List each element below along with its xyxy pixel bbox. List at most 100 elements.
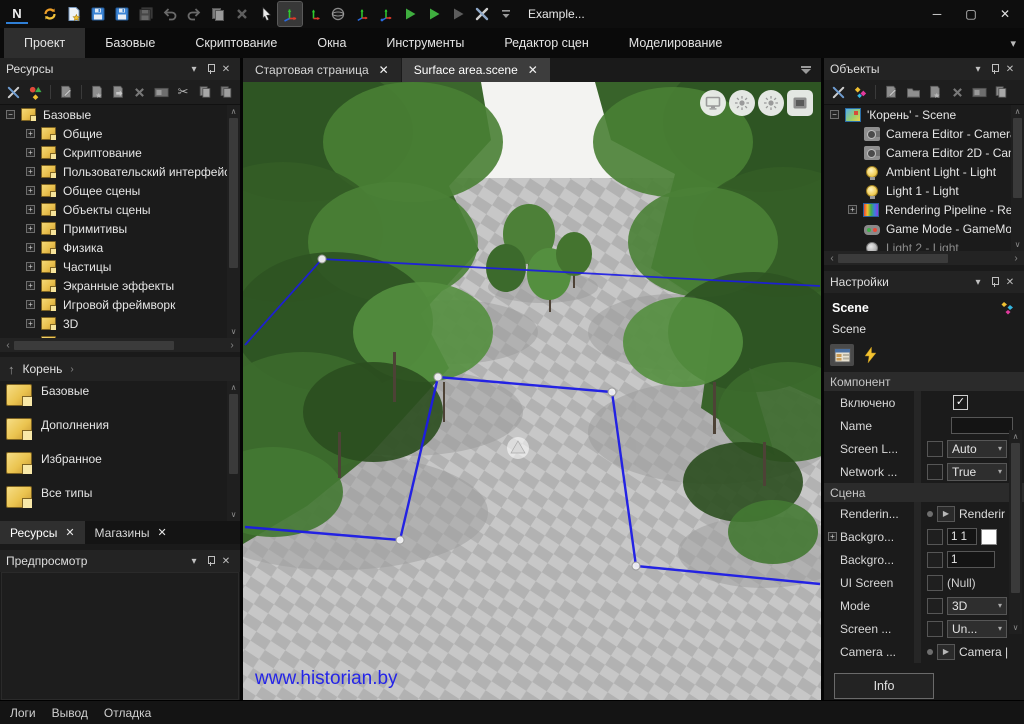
flags-box[interactable] xyxy=(927,529,943,545)
list-item[interactable]: Все типы xyxy=(0,483,240,517)
status-tab-logs[interactable]: Логи xyxy=(10,706,36,720)
select-tool-button[interactable] xyxy=(254,2,278,26)
import-item-icon[interactable] xyxy=(108,82,128,102)
collapse-icon[interactable]: − xyxy=(830,110,839,119)
delete-item-icon[interactable] xyxy=(947,82,967,102)
preview-dropdown-icon[interactable]: ▾ xyxy=(186,553,202,569)
ui-screen-value[interactable]: (Null) xyxy=(947,576,976,590)
tree-item[interactable]: − Базовые xyxy=(0,105,240,124)
section-scene[interactable]: Сцена xyxy=(824,483,1024,502)
scroll-right-icon[interactable]: › xyxy=(1010,253,1022,264)
flags-box[interactable] xyxy=(927,552,943,568)
vertex-handle[interactable] xyxy=(632,562,640,570)
settings-close-icon[interactable]: ✕ xyxy=(1002,274,1018,290)
tab-magaziny[interactable]: Магазины✕ xyxy=(85,521,177,544)
tree-item[interactable]: Camera Editor 2D - Cam xyxy=(824,143,1024,162)
up-arrow-icon[interactable]: ↑ xyxy=(8,362,15,377)
minimize-button[interactable]: ─ xyxy=(920,1,954,27)
scroll-down-icon[interactable]: ∨ xyxy=(1013,621,1019,634)
toolbar-overflow-button[interactable] xyxy=(494,2,518,26)
undo-button-disabled[interactable] xyxy=(158,2,182,26)
flags-box[interactable] xyxy=(927,598,943,614)
object-gizmo[interactable] xyxy=(507,437,529,459)
move-tool-button[interactable] xyxy=(278,2,302,26)
breadcrumb-root[interactable]: Корень xyxy=(23,362,63,376)
delete-button-disabled[interactable] xyxy=(230,2,254,26)
lighting-button[interactable] xyxy=(729,90,755,116)
expand-icon[interactable]: + xyxy=(26,224,35,233)
tab-events[interactable] xyxy=(858,344,882,366)
settings-pin-icon[interactable] xyxy=(986,274,1002,290)
network-dropdown[interactable]: True▾ xyxy=(947,463,1007,481)
close-icon[interactable]: ✕ xyxy=(528,63,538,77)
transform-world-button[interactable] xyxy=(374,2,398,26)
screenshot-button[interactable] xyxy=(787,90,813,116)
redo-button-disabled[interactable] xyxy=(182,2,206,26)
rotate-tool-button[interactable] xyxy=(302,2,326,26)
close-icon[interactable]: ✕ xyxy=(65,526,74,539)
edit-document-icon[interactable] xyxy=(56,82,76,102)
tree-item-scene-root[interactable]: − 'Корень' - Scene xyxy=(824,105,1024,124)
scroll-right-icon[interactable]: › xyxy=(226,340,238,351)
flags-box[interactable] xyxy=(927,575,943,591)
expand-icon[interactable]: + xyxy=(26,167,35,176)
menu-item-modelirovanie[interactable]: Моделирование xyxy=(609,28,743,58)
expand-icon[interactable]: + xyxy=(26,281,35,290)
reference-value[interactable]: Camera | xyxy=(959,645,1008,659)
shapes-icon[interactable] xyxy=(26,82,46,102)
objects-tree-vscrollbar[interactable]: ∧ ∨ xyxy=(1011,105,1024,251)
list-item[interactable]: Базовые xyxy=(0,381,240,415)
close-icon[interactable]: ✕ xyxy=(379,63,389,77)
tree-item[interactable]: +3D xyxy=(0,314,240,333)
objects-tree-hscrollbar[interactable]: ‹ › xyxy=(824,251,1024,265)
tree-item[interactable]: +Скриптование xyxy=(0,143,240,162)
preview-close-icon[interactable]: ✕ xyxy=(218,553,234,569)
expand-icon[interactable]: + xyxy=(828,532,837,541)
save-as-button[interactable] xyxy=(110,2,134,26)
expand-icon[interactable]: + xyxy=(26,319,35,328)
tree-item-disabled[interactable]: Light 2 - Light xyxy=(824,238,1024,251)
vertex-handle[interactable] xyxy=(608,388,616,396)
tree-item[interactable]: +Объекты сцены xyxy=(0,200,240,219)
tree-item[interactable]: +Rendering Pipeline - Ren xyxy=(824,200,1024,219)
tab-properties[interactable] xyxy=(830,344,854,366)
expand-icon[interactable]: + xyxy=(26,300,35,309)
paste-icon[interactable] xyxy=(216,82,236,102)
objects-dropdown-icon[interactable]: ▾ xyxy=(970,61,986,77)
copy-item-icon[interactable] xyxy=(991,82,1011,102)
menu-item-instrumenty[interactable]: Инструменты xyxy=(366,28,484,58)
objects-pin-icon[interactable] xyxy=(986,61,1002,77)
enabled-checkbox[interactable]: ✓ xyxy=(953,395,968,410)
center-pivot-button[interactable] xyxy=(326,2,350,26)
tree-item[interactable]: +Игровой фреймворк xyxy=(0,295,240,314)
reference-value[interactable]: Renderir xyxy=(959,507,1005,521)
new-item-icon[interactable] xyxy=(87,82,107,102)
background-color-input[interactable] xyxy=(947,528,977,545)
tree-item[interactable]: +Экранные эффекты xyxy=(0,276,240,295)
maximize-button[interactable]: ▢ xyxy=(954,1,988,27)
tree-item[interactable]: +Частицы xyxy=(0,257,240,276)
flags-box[interactable] xyxy=(927,621,943,637)
scroll-up-icon[interactable]: ∧ xyxy=(1015,105,1021,118)
folder-gray-icon[interactable] xyxy=(903,82,923,102)
scroll-up-icon[interactable]: ∧ xyxy=(1013,430,1019,443)
preview-pin-icon[interactable] xyxy=(202,553,218,569)
flags-box[interactable] xyxy=(927,464,943,480)
resources-tree-hscrollbar[interactable]: ‹ › xyxy=(0,338,240,352)
reference-go-button[interactable]: ▶ xyxy=(937,506,955,522)
play-button[interactable] xyxy=(398,2,422,26)
new-resource-button[interactable] xyxy=(62,2,86,26)
expand-icon[interactable]: + xyxy=(26,148,35,157)
vertex-handle[interactable] xyxy=(434,373,442,381)
rename-icon[interactable] xyxy=(152,82,172,102)
folder-list-vscrollbar[interactable]: ∧ ∨ xyxy=(227,381,240,521)
collapse-icon[interactable]: − xyxy=(6,110,15,119)
tree-item[interactable]: +Примитивы xyxy=(0,219,240,238)
screen-dropdown[interactable]: Un...▾ xyxy=(947,620,1007,638)
play-disabled-button[interactable] xyxy=(446,2,470,26)
tree-item[interactable]: Ambient Light - Light xyxy=(824,162,1024,181)
section-component[interactable]: Компонент xyxy=(824,372,1024,391)
tree-item[interactable]: +Пользовательский интерфейс xyxy=(0,162,240,181)
tools-icon[interactable] xyxy=(828,82,848,102)
copy-item-icon[interactable] xyxy=(195,82,215,102)
